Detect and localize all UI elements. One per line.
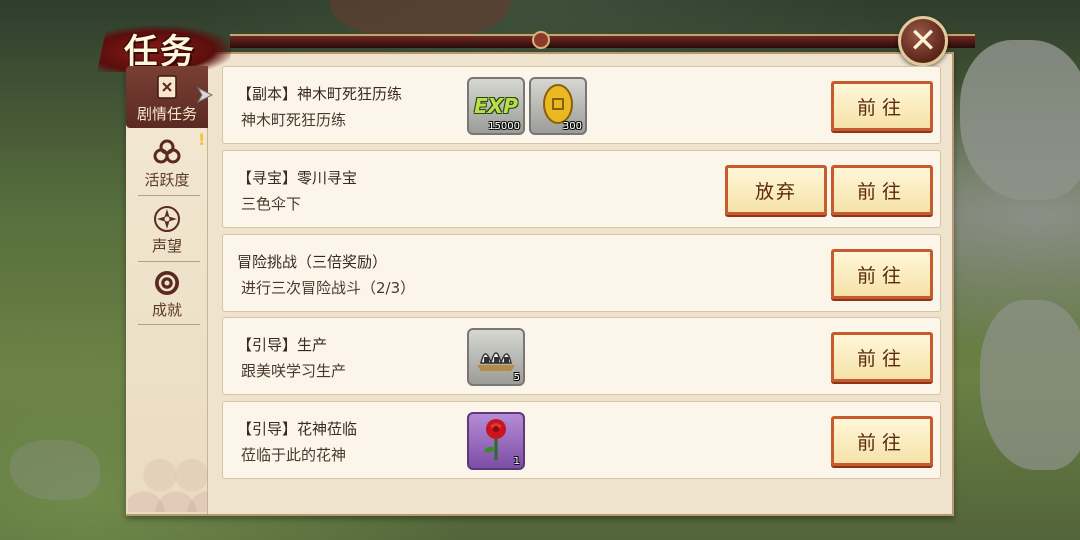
go-button[interactable]: 前往 xyxy=(831,81,933,131)
task-row: 【寻宝】零川寻宝 三色伞下 放弃 前往 xyxy=(222,150,941,228)
background-rock xyxy=(960,40,1080,200)
go-button[interactable]: 前往 xyxy=(831,332,933,382)
sidebar-item-activity[interactable]: 活跃度 xyxy=(126,132,208,194)
go-button[interactable]: 前往 xyxy=(831,165,933,215)
task-description: 莅临于此的花神 xyxy=(241,446,347,464)
reward-item[interactable]: 300 xyxy=(529,77,587,135)
task-description: 神木町死狂历练 xyxy=(241,111,347,129)
active-arrow-icon xyxy=(196,86,214,104)
scroll-icon xyxy=(153,73,181,101)
sidebar-item-label: 剧情任务 xyxy=(136,105,197,123)
background-rock xyxy=(980,300,1080,470)
task-title: 【引导】花神莅临 xyxy=(237,420,358,438)
close-icon: ✕ xyxy=(908,21,938,61)
shuriken-icon xyxy=(153,205,181,233)
rice-ball-icon xyxy=(473,335,519,379)
header-rail xyxy=(230,34,975,48)
go-button[interactable]: 前往 xyxy=(831,249,933,299)
sidebar-wave-pattern xyxy=(128,420,208,512)
abandon-button[interactable]: 放弃 xyxy=(725,165,827,215)
reward-count: 1 xyxy=(513,456,520,467)
sidebar-item-label: 活跃度 xyxy=(144,171,190,189)
sidebar-item-reputation[interactable]: 声望 xyxy=(126,198,208,260)
reward-item[interactable]: 5 xyxy=(467,328,525,386)
title-banner: 任务 xyxy=(97,14,242,74)
task-title: 【副本】神木町死狂历练 xyxy=(237,85,403,103)
rose-icon xyxy=(478,416,514,466)
flower-icon xyxy=(153,139,181,167)
reward-item[interactable]: 1 xyxy=(467,412,525,470)
reward-count: 300 xyxy=(562,121,582,132)
task-description: 进行三次冒险战斗（2/3） xyxy=(241,279,416,297)
task-row: 冒险挑战（三倍奖励） 进行三次冒险战斗（2/3） 前往 xyxy=(222,234,941,312)
reward-count: 15000 xyxy=(488,121,520,132)
task-description: 三色伞下 xyxy=(241,195,302,213)
close-button[interactable]: ✕ xyxy=(898,16,948,66)
reward-count: 5 xyxy=(513,372,520,383)
exp-icon: EXP xyxy=(474,94,518,118)
reward-item[interactable]: EXP 15000 xyxy=(467,77,525,135)
task-title: 【寻宝】零川寻宝 xyxy=(237,169,358,187)
task-row: 【引导】生产 跟美咲学习生产 5 前往 xyxy=(222,317,941,395)
header-ornament xyxy=(532,31,550,49)
sidebar-item-label: 声望 xyxy=(151,237,182,255)
sidebar-divider xyxy=(138,324,200,325)
sidebar-divider xyxy=(138,195,200,196)
sidebar-item-achievements[interactable]: 成就 xyxy=(126,262,208,324)
badge-icon xyxy=(153,269,181,297)
task-description: 跟美咲学习生产 xyxy=(241,362,347,380)
task-title: 【引导】生产 xyxy=(237,336,328,354)
background-rock xyxy=(10,440,100,500)
task-row: 【副本】神木町死狂历练 神木町死狂历练 EXP 15000 300 前往 xyxy=(222,66,941,144)
task-row: 【引导】花神莅临 莅临于此的花神 1 前往 xyxy=(222,401,941,479)
sidebar-item-label: 成就 xyxy=(151,301,182,319)
go-button[interactable]: 前往 xyxy=(831,416,933,466)
task-title: 冒险挑战（三倍奖励） xyxy=(237,253,388,271)
